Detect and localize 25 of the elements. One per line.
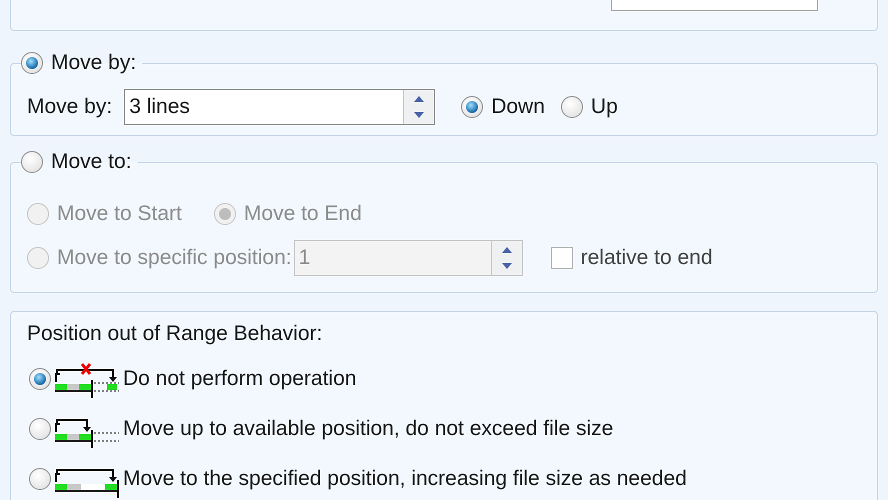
input-field[interactable]: [611, 0, 818, 11]
group-label: Position out of Range Behavior:: [27, 322, 322, 345]
checkbox[interactable]: [550, 247, 573, 269]
radio-label: Move to the specified position, increasing file size as needed: [123, 467, 687, 491]
checkbox-label: relative to end: [580, 246, 713, 270]
radio-button[interactable]: [21, 151, 43, 173]
radio-label: Up: [590, 95, 618, 119]
field-label: Move by:: [27, 95, 112, 119]
radio-button[interactable]: [29, 368, 51, 390]
radio-label: Move up to available position, do not exceed file size: [123, 417, 614, 441]
spin-buttons[interactable]: [403, 90, 434, 124]
radio-label: Down: [491, 95, 545, 119]
radio-label: Move to specific position:: [57, 246, 292, 270]
radio-button[interactable]: [21, 52, 43, 74]
group-label: Move to:: [51, 150, 132, 174]
radio-button[interactable]: [29, 468, 51, 490]
radio-label: Do not perform operation: [123, 367, 356, 391]
radio-label: Move to Start: [57, 202, 182, 226]
range-behavior-drawing: [53, 360, 121, 398]
radio-label: Move to End: [244, 202, 362, 226]
radio-button[interactable]: [461, 96, 484, 118]
group-label: Move by:: [51, 51, 136, 75]
input-field[interactable]: 3 lines: [124, 89, 436, 125]
radio-button[interactable]: [560, 96, 583, 118]
radio-button[interactable]: [29, 418, 51, 440]
